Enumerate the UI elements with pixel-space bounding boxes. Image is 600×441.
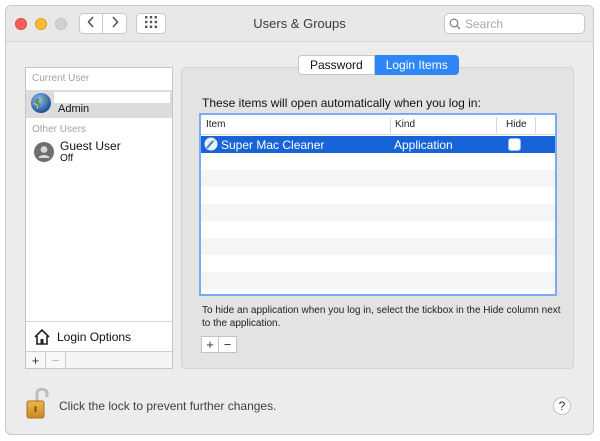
users-groups-window: Users & Groups Current User Admin <box>5 5 594 435</box>
help-button[interactable]: ? <box>553 397 571 415</box>
admin-user-name: Admin <box>58 103 90 115</box>
hide-hint-text: To hide an application when you log in, … <box>202 305 561 329</box>
login-items-pane: These items will open automatically when… <box>181 67 574 369</box>
column-header-kind[interactable]: Kind <box>395 119 415 130</box>
add-user-button[interactable]: + <box>26 352 46 368</box>
login-options-label: Login Options <box>57 329 132 344</box>
table-row <box>201 170 555 187</box>
lock-message: Click the lock to prevent further change… <box>59 399 277 413</box>
toolbar: Users & Groups <box>6 6 593 42</box>
remove-login-item-button[interactable]: − <box>219 336 237 353</box>
house-icon <box>33 328 51 346</box>
cleaner-app-icon <box>204 137 218 154</box>
other-users-section-label: Other Users <box>32 124 86 135</box>
table-row <box>201 204 555 221</box>
login-item-name: Super Mac Cleaner <box>221 138 325 152</box>
guest-user-name: Guest User <box>60 139 121 153</box>
earth-globe-icon <box>30 92 52 117</box>
search-icon <box>449 18 461 30</box>
tab-password[interactable]: Password <box>298 55 375 75</box>
login-items-table[interactable]: Item Kind Hide Super Mac Cleaner Applica… <box>199 113 557 296</box>
search-field[interactable] <box>444 13 585 34</box>
user-list-panel: Current User Admin Other Users Guest Use… <box>25 67 173 369</box>
pane-tabs: Password Login Items <box>298 55 459 75</box>
table-row <box>201 238 555 255</box>
login-item-kind: Application <box>394 138 453 152</box>
column-divider <box>535 117 536 133</box>
table-header: Item Kind Hide <box>201 115 555 135</box>
login-options-item[interactable]: Login Options <box>26 321 172 351</box>
person-silhouette-icon <box>34 142 54 165</box>
column-header-hide[interactable]: Hide <box>506 119 527 130</box>
padlock-open-icon <box>25 386 51 423</box>
hide-checkbox[interactable] <box>508 138 521 151</box>
user-list-tools: + − <box>26 351 172 368</box>
table-row[interactable]: Super Mac Cleaner Application <box>201 136 555 153</box>
user-name-field <box>54 92 170 103</box>
guest-user-status: Off <box>60 153 74 164</box>
table-row <box>201 272 555 289</box>
login-items-tools: + − <box>201 336 237 353</box>
tab-login-items[interactable]: Login Items <box>374 55 459 75</box>
remove-user-button[interactable]: − <box>46 352 66 368</box>
column-header-item[interactable]: Item <box>206 119 225 130</box>
login-items-description: These items will open automatically when… <box>202 96 481 110</box>
lock-button[interactable] <box>25 386 51 423</box>
user-item-guest[interactable]: Guest User Off <box>26 138 172 166</box>
column-divider <box>496 117 497 133</box>
add-login-item-button[interactable]: + <box>201 336 219 353</box>
search-input[interactable] <box>465 14 575 33</box>
current-user-section-label: Current User <box>32 73 90 84</box>
column-divider <box>390 117 391 133</box>
user-item-admin[interactable]: Admin <box>26 90 172 118</box>
